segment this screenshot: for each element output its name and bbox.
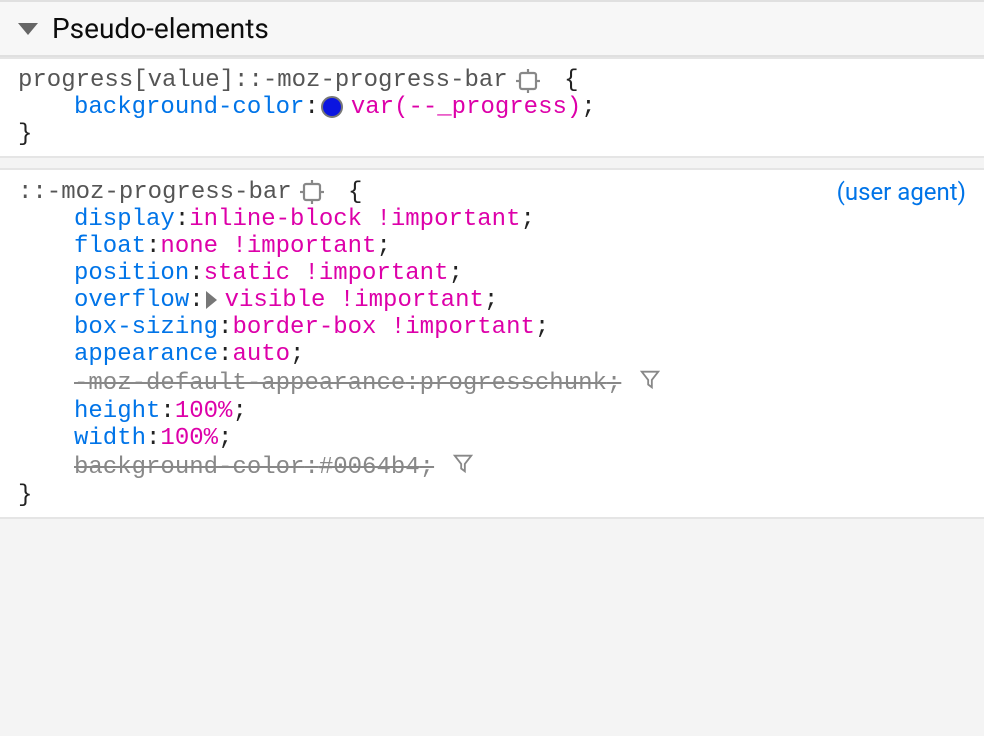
color-swatch-icon[interactable]	[321, 96, 343, 118]
colon: :	[146, 425, 160, 452]
semicolon: ;	[232, 398, 246, 425]
selector-highlight-icon[interactable]	[300, 180, 324, 204]
selector[interactable]: ::-moz-progress-bar	[18, 179, 292, 206]
property-value[interactable]: none !important	[160, 233, 376, 260]
declaration-row[interactable]: overflow: visible !important;	[18, 287, 966, 314]
property-name[interactable]: position	[74, 260, 189, 287]
declaration-row[interactable]: height: 100%;	[18, 398, 966, 425]
property-name[interactable]: box-sizing	[74, 314, 218, 341]
declaration-row[interactable]: float: none !important;	[18, 233, 966, 260]
property-value[interactable]: var(--_progress)	[351, 94, 581, 121]
declaration-row[interactable]: width: 100%;	[18, 425, 966, 452]
selector-line[interactable]: ::-moz-progress-bar { (user agent)	[18, 178, 966, 206]
property-name[interactable]: appearance	[74, 341, 218, 368]
declaration-row[interactable]: background-color: var(--_progress);	[18, 94, 966, 121]
open-brace: {	[334, 179, 363, 206]
property-value[interactable]: border-box !important	[232, 314, 534, 341]
declaration-row[interactable]: -moz-default-appearance: progresschunk;	[18, 368, 966, 398]
colon: :	[160, 398, 174, 425]
css-rule: progress[value]::-moz-progress-bar { bac…	[0, 57, 984, 158]
colon: :	[304, 94, 318, 121]
property-name[interactable]: -moz-default-appearance	[74, 370, 405, 397]
declaration-row[interactable]: box-sizing: border-box !important;	[18, 314, 966, 341]
colon: :	[189, 260, 203, 287]
declaration-row[interactable]: background-color: #0064b4;	[18, 452, 966, 482]
semicolon: ;	[218, 425, 232, 452]
semicolon: ;	[448, 260, 462, 287]
property-value[interactable]: 100%	[175, 398, 233, 425]
property-value[interactable]: visible !important	[225, 287, 484, 314]
property-value[interactable]: static !important	[204, 260, 449, 287]
open-brace: {	[550, 67, 579, 94]
colon: :	[218, 341, 232, 368]
declaration-row[interactable]: display: inline-block !important;	[18, 206, 966, 233]
property-name[interactable]: overflow	[74, 287, 189, 314]
property-value[interactable]: inline-block !important	[189, 206, 520, 233]
property-name[interactable]: background-color	[74, 94, 304, 121]
pane-header[interactable]: Pseudo-elements	[0, 0, 984, 57]
semicolon: ;	[290, 341, 304, 368]
declaration-row[interactable]: appearance: auto;	[18, 341, 966, 368]
selector-line[interactable]: progress[value]::-moz-progress-bar {	[18, 67, 966, 94]
semicolon: ;	[420, 454, 434, 481]
user-agent-label: (user agent)	[837, 178, 966, 206]
semicolon: ;	[535, 314, 549, 341]
filter-icon[interactable]	[452, 452, 474, 474]
semicolon: ;	[484, 287, 498, 314]
colon: :	[218, 314, 232, 341]
colon: :	[405, 370, 419, 397]
declaration-row[interactable]: position: static !important;	[18, 260, 966, 287]
colon: :	[304, 454, 318, 481]
filter-icon[interactable]	[639, 368, 661, 390]
pane-title: Pseudo-elements	[52, 12, 269, 45]
semicolon: ;	[521, 206, 535, 233]
expand-shorthand-icon[interactable]	[206, 291, 217, 309]
property-value[interactable]: auto	[232, 341, 290, 368]
property-value[interactable]: progresschunk	[420, 370, 607, 397]
close-brace: }	[18, 121, 966, 148]
property-value[interactable]: 100%	[160, 425, 218, 452]
selector-highlight-icon[interactable]	[516, 69, 540, 93]
property-name[interactable]: background-color	[74, 454, 304, 481]
property-name[interactable]: float	[74, 233, 146, 260]
colon: :	[175, 206, 189, 233]
colon: :	[189, 287, 203, 314]
semicolon: ;	[376, 233, 390, 260]
property-name[interactable]: width	[74, 425, 146, 452]
colon: :	[146, 233, 160, 260]
expand-twisty-down-icon[interactable]	[18, 23, 38, 35]
css-rule: ::-moz-progress-bar { (user agent) displ…	[0, 168, 984, 519]
property-name[interactable]: display	[74, 206, 175, 233]
semicolon: ;	[581, 94, 595, 121]
property-value[interactable]: #0064b4	[319, 454, 420, 481]
selector[interactable]: progress[value]::-moz-progress-bar	[18, 67, 508, 94]
semicolon: ;	[607, 370, 621, 397]
property-name[interactable]: height	[74, 398, 160, 425]
close-brace: }	[18, 482, 966, 509]
